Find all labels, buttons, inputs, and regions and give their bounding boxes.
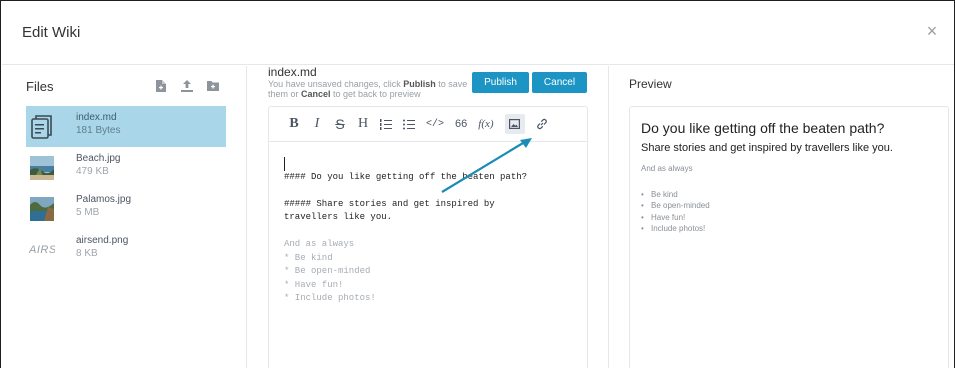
editor-line: And as always: [284, 239, 355, 249]
editor-line: * Be open-minded: [284, 266, 371, 276]
preview-content: Do you like getting off the beaten path?…: [629, 106, 949, 368]
file-item-airsend-png[interactable]: AIRS airsend.png 8 KB: [26, 229, 226, 270]
preview-title: Preview: [629, 77, 672, 91]
file-size: 479 KB: [76, 166, 109, 177]
link-icon[interactable]: [536, 114, 548, 134]
file-name: Palamos.jpg: [76, 194, 132, 205]
quote-icon[interactable]: 66: [455, 114, 467, 134]
files-actions: [154, 79, 220, 93]
code-icon[interactable]: </>: [426, 114, 444, 134]
preview-panel: Preview Do you like getting off the beat…: [608, 66, 954, 368]
beach-thumbnail-icon: [29, 155, 55, 181]
files-title: Files: [26, 79, 54, 94]
file-item-palamos-jpg[interactable]: Palamos.jpg 5 MB: [26, 188, 226, 229]
image-icon[interactable]: [504, 114, 525, 134]
preview-heading-2: Share stories and get inspired by travel…: [641, 142, 893, 154]
editor-line: ##### Share stories and get inspired by: [284, 198, 495, 209]
markdown-source[interactable]: #### Do you like getting off the beaten …: [284, 157, 527, 306]
editor-header: index.md You have unsaved changes, click…: [268, 65, 598, 105]
bold-icon[interactable]: B: [288, 114, 300, 134]
editor-toolbar: B I S H </> 66 f(x): [269, 107, 587, 142]
new-file-icon[interactable]: [154, 79, 168, 93]
list-item: Be open-minded: [641, 200, 710, 212]
editor-line: * Have fun!: [284, 279, 344, 290]
editor-line: #### Do you like getting off the beaten …: [284, 171, 528, 182]
ordered-list-icon[interactable]: [380, 114, 392, 134]
dialog-title: Edit Wiki: [22, 24, 81, 41]
file-size: 181 Bytes: [76, 125, 121, 136]
preview-list: Be kind Be open-minded Have fun! Include…: [641, 189, 710, 234]
list-item: Be kind: [641, 189, 710, 201]
bullet-list-icon[interactable]: [403, 114, 415, 134]
file-item-index-md[interactable]: index.md 181 Bytes: [26, 106, 226, 147]
file-name: airsend.png: [76, 235, 129, 246]
files-panel: Files index.md 181 Bytes Beach.jpg 479 K…: [2, 66, 247, 368]
unsaved-changes-hint: You have unsaved changes, click Publish …: [268, 79, 468, 99]
preview-paragraph: And as always: [641, 164, 693, 173]
publish-button[interactable]: Publish: [472, 72, 529, 93]
file-size: 5 MB: [76, 207, 100, 218]
formula-icon[interactable]: f(x): [478, 114, 493, 134]
editor-line: travellers like you.: [284, 212, 393, 222]
file-size: 8 KB: [76, 248, 98, 259]
file-item-beach-jpg[interactable]: Beach.jpg 479 KB: [26, 147, 226, 188]
list-item: Include photos!: [641, 223, 710, 235]
strikethrough-icon[interactable]: S: [334, 114, 346, 134]
preview-heading-1: Do you like getting off the beaten path?: [641, 120, 885, 136]
editor-line: * Be kind: [284, 252, 333, 263]
close-icon[interactable]: ×: [922, 21, 942, 41]
file-list: index.md 181 Bytes Beach.jpg 479 KB Pala…: [26, 106, 226, 270]
italic-icon[interactable]: I: [311, 114, 323, 134]
file-name: Beach.jpg: [76, 153, 121, 164]
edit-wiki-dialog: Edit Wiki × Files index.md 181 Bytes Bea…: [0, 0, 955, 368]
upload-icon[interactable]: [180, 79, 194, 93]
airsend-logo-icon: AIRS: [29, 244, 55, 256]
cancel-button[interactable]: Cancel: [532, 72, 587, 93]
new-folder-icon[interactable]: [206, 79, 220, 93]
dialog-header: Edit Wiki ×: [2, 1, 954, 65]
editor-line: * Include photos!: [284, 293, 376, 303]
heading-icon[interactable]: H: [357, 114, 369, 134]
markdown-editor[interactable]: B I S H </> 66 f(x) #### Do you like get…: [268, 106, 588, 368]
document-name: index.md: [268, 65, 317, 79]
palamos-thumbnail-icon: [29, 196, 55, 222]
list-item: Have fun!: [641, 212, 710, 224]
document-icon: [29, 114, 55, 140]
file-name: index.md: [76, 112, 117, 123]
